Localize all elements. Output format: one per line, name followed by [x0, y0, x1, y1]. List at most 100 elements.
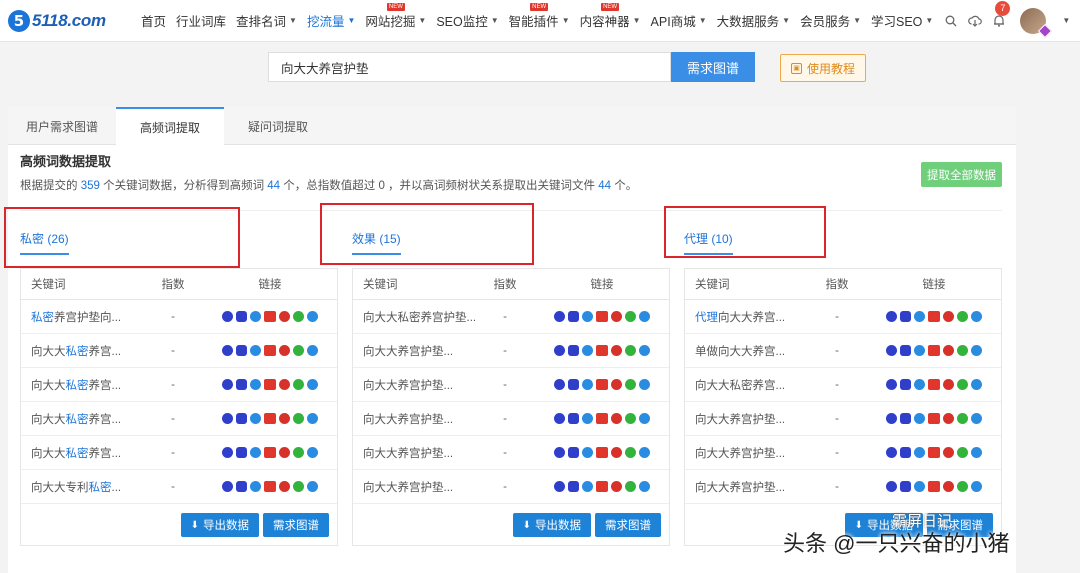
baidu-mobile-icon[interactable] [900, 345, 911, 356]
360-icon[interactable] [250, 413, 261, 424]
baidu-icon[interactable] [554, 413, 565, 424]
zhihu-icon[interactable] [307, 413, 318, 424]
tab-question-words[interactable]: 疑问词提取 [224, 107, 332, 145]
news-icon[interactable] [264, 413, 276, 424]
keyword-cell[interactable]: 向大大养宫护垫... [353, 479, 475, 495]
weibo-icon[interactable] [943, 481, 954, 492]
demand-graph-button[interactable]: 需求图谱 [263, 513, 329, 537]
search-input[interactable] [268, 52, 671, 82]
nav-item[interactable]: API商城 ▼ [646, 0, 712, 42]
news-icon[interactable] [596, 481, 608, 492]
zhihu-icon[interactable] [639, 345, 650, 356]
keyword-cell[interactable]: 向大大养宫护垫... [353, 377, 475, 393]
nav-item[interactable]: 内容神器 ▼ NEW [575, 0, 646, 42]
baidu-icon[interactable] [886, 311, 897, 322]
wechat-icon[interactable] [293, 481, 304, 492]
weibo-icon[interactable] [279, 311, 290, 322]
keyword-cell[interactable]: 向大大养宫护垫... [685, 411, 807, 427]
news-icon[interactable] [928, 413, 940, 424]
zhihu-icon[interactable] [307, 379, 318, 390]
zhihu-icon[interactable] [307, 447, 318, 458]
baidu-mobile-icon[interactable] [568, 481, 579, 492]
keyword-cell[interactable]: 单做向大大养宫... [685, 343, 807, 359]
weibo-icon[interactable] [611, 481, 622, 492]
nav-item[interactable]: 大数据服务 ▼ [712, 0, 795, 42]
weibo-icon[interactable] [279, 379, 290, 390]
360-icon[interactable] [914, 379, 925, 390]
wechat-icon[interactable] [957, 345, 968, 356]
baidu-mobile-icon[interactable] [900, 447, 911, 458]
extract-all-button[interactable]: 提取全部数据 [921, 162, 1002, 187]
weibo-icon[interactable] [279, 345, 290, 356]
weibo-icon[interactable] [611, 311, 622, 322]
weibo-icon[interactable] [611, 447, 622, 458]
wechat-icon[interactable] [293, 379, 304, 390]
360-icon[interactable] [582, 447, 593, 458]
baidu-mobile-icon[interactable] [568, 345, 579, 356]
baidu-icon[interactable] [554, 311, 565, 322]
baidu-mobile-icon[interactable] [900, 379, 911, 390]
nav-item[interactable]: 挖流量 ▼ [302, 0, 360, 42]
zhihu-icon[interactable] [307, 481, 318, 492]
baidu-mobile-icon[interactable] [900, 481, 911, 492]
360-icon[interactable] [914, 481, 925, 492]
news-icon[interactable] [596, 413, 608, 424]
nav-item[interactable]: 首页 [136, 0, 171, 42]
keyword-cell[interactable]: 向大大私密养宫... [21, 445, 143, 461]
baidu-icon[interactable] [886, 379, 897, 390]
360-icon[interactable] [582, 481, 593, 492]
baidu-mobile-icon[interactable] [568, 413, 579, 424]
keyword-cell[interactable]: 向大大养宫护垫... [685, 445, 807, 461]
weibo-icon[interactable] [943, 379, 954, 390]
360-icon[interactable] [914, 345, 925, 356]
weibo-icon[interactable] [943, 345, 954, 356]
baidu-icon[interactable] [222, 345, 233, 356]
zhihu-icon[interactable] [971, 311, 982, 322]
360-icon[interactable] [914, 311, 925, 322]
tab-high-frequency[interactable]: 高频词提取 [116, 107, 224, 146]
keyword-cell[interactable]: 向大大私密养宫... [21, 377, 143, 393]
news-icon[interactable] [596, 447, 608, 458]
export-button[interactable]: ⬇ 导出数据 [180, 513, 259, 537]
baidu-icon[interactable] [222, 379, 233, 390]
keyword-cell[interactable]: 私密养宫护垫向... [21, 309, 143, 325]
wechat-icon[interactable] [957, 481, 968, 492]
weibo-icon[interactable] [943, 447, 954, 458]
baidu-icon[interactable] [554, 379, 565, 390]
nav-item[interactable]: SEO监控 ▼ [431, 0, 503, 42]
zhihu-icon[interactable] [307, 311, 318, 322]
360-icon[interactable] [582, 413, 593, 424]
nav-item[interactable]: 会员服务 ▼ [795, 0, 866, 42]
keyword-cell[interactable]: 向大大私密养宫护垫... [353, 309, 475, 325]
weibo-icon[interactable] [279, 447, 290, 458]
baidu-mobile-icon[interactable] [236, 311, 247, 322]
nav-item[interactable]: 行业词库 [171, 0, 231, 42]
avatar[interactable] [1020, 7, 1053, 38]
nav-item[interactable]: 学习SEO ▼ [866, 0, 938, 42]
zhihu-icon[interactable] [639, 311, 650, 322]
chevron-down-icon[interactable]: ▼ [1062, 16, 1070, 25]
zhihu-icon[interactable] [971, 345, 982, 356]
news-icon[interactable] [928, 311, 940, 322]
360-icon[interactable] [250, 311, 261, 322]
baidu-icon[interactable] [222, 311, 233, 322]
baidu-mobile-icon[interactable] [900, 413, 911, 424]
news-icon[interactable] [596, 345, 608, 356]
keyword-cell[interactable]: 向大大专利私密... [21, 479, 143, 495]
baidu-icon[interactable] [222, 481, 233, 492]
weibo-icon[interactable] [279, 481, 290, 492]
baidu-mobile-icon[interactable] [568, 311, 579, 322]
baidu-mobile-icon[interactable] [236, 379, 247, 390]
zhihu-icon[interactable] [971, 379, 982, 390]
360-icon[interactable] [582, 379, 593, 390]
weibo-icon[interactable] [943, 311, 954, 322]
wechat-icon[interactable] [957, 413, 968, 424]
baidu-icon[interactable] [554, 481, 565, 492]
baidu-icon[interactable] [886, 345, 897, 356]
keyword-cell[interactable]: 代理向大大养宫... [685, 309, 807, 325]
baidu-icon[interactable] [554, 447, 565, 458]
zhihu-icon[interactable] [971, 413, 982, 424]
zhihu-icon[interactable] [639, 481, 650, 492]
zhihu-icon[interactable] [639, 447, 650, 458]
wechat-icon[interactable] [293, 345, 304, 356]
